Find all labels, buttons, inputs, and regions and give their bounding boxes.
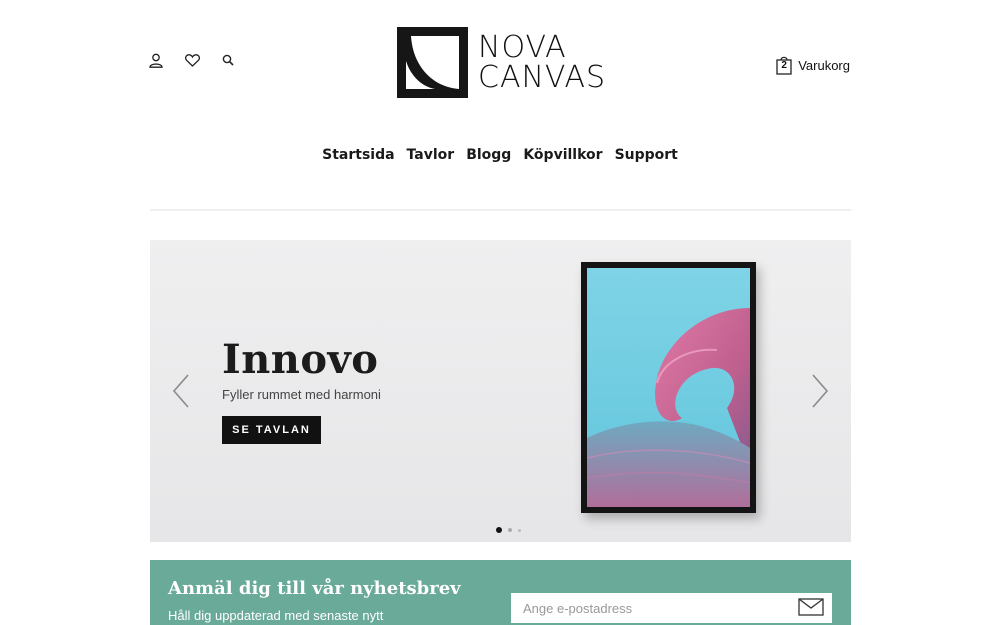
cart-label: Varukorg: [798, 57, 850, 73]
newsletter-subtitle: Håll dig uppdaterad med senaste nytt: [168, 608, 384, 623]
main-nav: Startsida Tavlor Blogg Köpvillkor Suppor…: [0, 147, 1000, 163]
header-divider: [150, 209, 851, 211]
shopping-bag-icon: 2: [776, 55, 792, 75]
slider-dot-2[interactable]: [508, 528, 512, 532]
user-icon[interactable]: [148, 52, 164, 68]
nav-item-startsida[interactable]: Startsida: [322, 147, 394, 163]
framed-artwork[interactable]: [581, 262, 756, 513]
cart-count: 2: [781, 60, 787, 71]
slider-pagination: [496, 527, 521, 533]
newsletter-section: Anmäl dig till vår nyhetsbrev Håll dig u…: [150, 560, 851, 625]
logo-line-1: NOVA: [478, 29, 567, 65]
hero-slider: Innovo Fyller rummet med harmoni SE TAVL…: [150, 240, 851, 542]
wave-artwork-image: [587, 268, 750, 507]
see-painting-button[interactable]: SE TAVLAN: [222, 416, 321, 444]
nav-item-kopvillkor[interactable]: Köpvillkor: [523, 147, 602, 163]
logo-text: NOVA CANVAS: [478, 29, 607, 95]
header-icon-group: [148, 52, 236, 68]
logo-mark-icon: [397, 27, 468, 98]
heart-icon[interactable]: [184, 52, 200, 68]
nav-item-support[interactable]: Support: [615, 147, 678, 163]
newsletter-email-input[interactable]: [511, 593, 832, 623]
nav-item-tavlor[interactable]: Tavlor: [407, 147, 455, 163]
cart-link[interactable]: 2 Varukorg: [776, 55, 850, 75]
next-slide-arrow-icon[interactable]: [807, 373, 831, 409]
hero-subtitle: Fyller rummet med harmoni: [222, 387, 381, 402]
logo-line-2: CANVAS: [478, 59, 607, 95]
hero-title: Innovo: [222, 336, 379, 383]
slider-dot-1[interactable]: [496, 527, 502, 533]
nav-item-blogg[interactable]: Blogg: [466, 147, 511, 163]
site-logo[interactable]: NOVA CANVAS: [397, 27, 606, 98]
envelope-icon[interactable]: [798, 598, 824, 616]
search-icon[interactable]: [220, 52, 236, 68]
newsletter-title: Anmäl dig till vår nyhetsbrev: [168, 578, 461, 599]
slider-dot-3[interactable]: [518, 528, 521, 532]
prev-slide-arrow-icon[interactable]: [170, 373, 194, 409]
